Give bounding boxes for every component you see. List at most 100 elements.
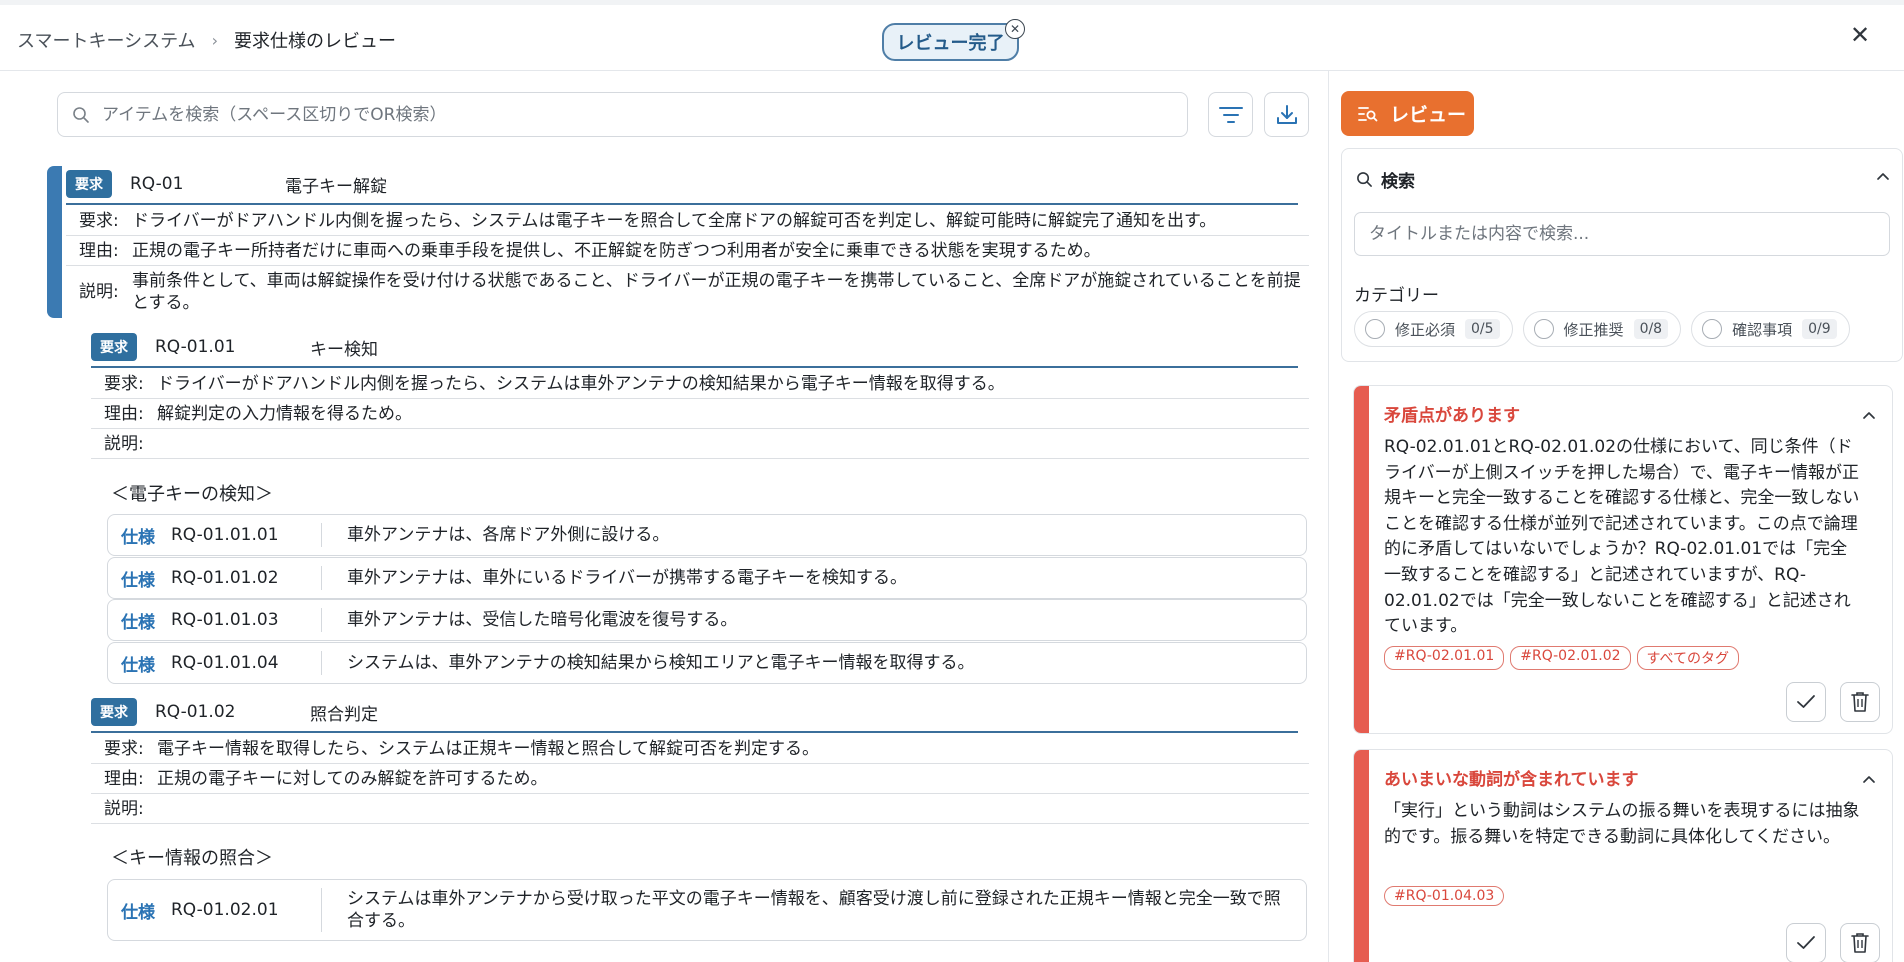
review-button-label: レビュー: [1390, 104, 1467, 126]
issue-accent: [1354, 386, 1369, 733]
requirement-tag: 要求: [66, 170, 112, 198]
spec-id: RQ-01.01.02: [171, 568, 279, 588]
search-panel-header[interactable]: 検索: [1356, 167, 1415, 192]
category-chip-confirm[interactable]: 確認事項 0/9: [1691, 311, 1850, 347]
spec-divider: [321, 523, 322, 547]
chip-label: 確認事項: [1732, 320, 1793, 339]
description-row: 説明: 事前条件として、車両は解錠操作を受け付ける状態であること、ドライバーが正…: [79, 270, 1309, 314]
issue-tag[interactable]: #RQ-02.01.02: [1510, 646, 1631, 670]
review-search-input[interactable]: [1354, 212, 1890, 256]
spec-id: RQ-01.01.04: [171, 653, 279, 673]
issue-tag[interactable]: すべてのタグ: [1636, 646, 1739, 670]
requirement-title: 電子キー解錠: [285, 176, 387, 197]
category-chip-recommended[interactable]: 修正推奨 0/8: [1522, 311, 1682, 347]
requirement-header-rq-01-02[interactable]: 要求 RQ-01.02 照合判定: [91, 697, 378, 727]
category-chip-must-fix[interactable]: 修正必須 0/5: [1354, 311, 1513, 347]
spec-id: RQ-01.01.01: [171, 525, 279, 545]
description-text: 事前条件として、車両は解錠操作を受け付ける状態であること、ドライバーが正規の電子…: [132, 271, 1301, 313]
row-divider: [91, 458, 1309, 459]
spec-id: RQ-01.02.01: [171, 900, 279, 920]
item-search-bar[interactable]: [57, 92, 1188, 137]
issue-tags: #RQ-02.01.01 #RQ-02.01.02 すべてのタグ: [1384, 646, 1745, 670]
review-button[interactable]: レビュー: [1341, 91, 1474, 136]
spec-row[interactable]: 仕様 RQ-01.01.04 システムは、車外アンテナの検知結果から検知エリアと…: [107, 642, 1307, 684]
row-divider: [66, 235, 1309, 236]
category-label: カテゴリー: [1354, 286, 1439, 306]
chevron-up-icon[interactable]: [1860, 406, 1878, 424]
filter-button[interactable]: [1208, 92, 1253, 137]
download-button[interactable]: [1264, 92, 1309, 137]
radio-icon: [1533, 319, 1554, 339]
requirements-pane: 要求 RQ-01 電子キー解錠 要求: ドライバーがドアハンドル内側を握ったら、…: [0, 71, 1328, 962]
requirement-statement-row: 要求: 電子キー情報を取得したら、システムは正規キー情報と照合して解錠可否を判定…: [104, 738, 1304, 760]
requirement-text: ドライバーがドアハンドル内側を握ったら、システムは車外アンテナの検知結果から電子…: [157, 374, 1005, 394]
check-icon: [1797, 695, 1815, 708]
filter-icon: [1218, 106, 1243, 123]
spec-text: 車外アンテナは、受信した暗号化電波を復号する。: [347, 610, 738, 630]
description-text: [157, 433, 1304, 455]
requirement-title: キー検知: [310, 339, 378, 360]
requirement-tag: 要求: [91, 333, 137, 361]
spec-tag: 仕様: [121, 612, 155, 633]
spec-text: システムは車外アンテナから受け取った平文の電子キー情報を、顧客受け渡し前に登録さ…: [347, 889, 1281, 931]
issue-tag[interactable]: #RQ-01.04.03: [1384, 886, 1505, 906]
resolve-button[interactable]: [1786, 682, 1826, 722]
breadcrumb: スマートキーシステム › 要求仕様のレビュー: [17, 27, 396, 53]
search-panel-title: 検索: [1381, 172, 1415, 192]
badge-close-icon[interactable]: ✕: [1005, 19, 1025, 39]
requirement-label: 要求:: [79, 211, 119, 231]
spec-row[interactable]: 仕様 RQ-01.01.02 車外アンテナは、車外にいるドライバーが携帯する電子…: [107, 557, 1307, 599]
requirement-underline: [91, 731, 1298, 733]
radio-icon: [1702, 319, 1723, 339]
spec-id: RQ-01.01.03: [171, 610, 279, 630]
chevron-up-icon[interactable]: [1860, 770, 1878, 788]
requirement-header-rq-01[interactable]: 要求 RQ-01 電子キー解錠: [66, 169, 387, 199]
row-divider: [66, 265, 1309, 266]
spec-text: システムは、車外アンテナの検知結果から検知エリアと電子キー情報を取得する。: [347, 653, 975, 673]
row-divider: [91, 763, 1309, 764]
close-icon[interactable]: ✕: [1848, 20, 1872, 50]
requirement-id: RQ-01.02: [155, 702, 236, 722]
spec-tag: 仕様: [121, 527, 155, 548]
spec-row[interactable]: 仕様 RQ-01.01.03 車外アンテナは、受信した暗号化電波を復号する。: [107, 599, 1307, 641]
spec-row[interactable]: 仕様 RQ-01.01.01 車外アンテナは、各席ドア外側に設ける。: [107, 514, 1307, 556]
delete-button[interactable]: [1840, 682, 1880, 722]
requirement-header-rq-01-01[interactable]: 要求 RQ-01.01 キー検知: [91, 332, 378, 362]
download-icon: [1276, 104, 1297, 124]
chip-count: 0/8: [1633, 319, 1669, 339]
selected-indicator: [47, 166, 62, 318]
requirement-statement-row: 要求: ドライバーがドアハンドル内側を握ったら、システムは車外アンテナの検知結果…: [104, 373, 1304, 395]
issue-tag[interactable]: #RQ-02.01.01: [1384, 646, 1505, 670]
trash-icon: [1851, 692, 1869, 712]
breadcrumb-root[interactable]: スマートキーシステム: [17, 27, 196, 53]
spec-row[interactable]: 仕様 RQ-01.02.01 システムは車外アンテナから受け取った平文の電子キー…: [107, 879, 1307, 941]
issue-text: RQ-02.01.01とRQ-02.01.02の仕様において、同じ条件（ドライバ…: [1384, 437, 1860, 637]
review-panel: レビュー 検索 カテゴリー 修正必須 0/5 修正推奨 0/8 確認事項 0/9: [1328, 71, 1904, 962]
issue-accent: [1354, 750, 1369, 962]
item-search-input[interactable]: [102, 104, 1152, 125]
description-label: 説明:: [104, 434, 144, 454]
description-label: 説明:: [104, 799, 144, 819]
delete-button[interactable]: [1840, 923, 1880, 962]
review-done-badge[interactable]: レビュー完了 ✕: [882, 19, 1025, 61]
requirement-text: ドライバーがドアハンドル内側を握ったら、システムは電子キーを照合して全席ドアの解…: [132, 211, 1217, 231]
spec-tag: 仕様: [121, 655, 155, 676]
chevron-up-icon[interactable]: [1874, 167, 1892, 185]
requirement-tag: 要求: [91, 698, 137, 726]
issue-actions: [1772, 923, 1880, 962]
chip-label: 修正推奨: [1563, 320, 1624, 339]
reason-label: 理由:: [104, 404, 144, 424]
resolve-button[interactable]: [1786, 923, 1826, 962]
row-divider: [91, 793, 1309, 794]
search-icon: [1357, 172, 1372, 187]
requirement-id: RQ-01.01: [155, 337, 236, 357]
reason-row: 理由: 正規の電子キーに対してのみ解錠を許可するため。: [104, 768, 1304, 790]
spec-text: 車外アンテナは、車外にいるドライバーが携帯する電子キーを検知する。: [347, 568, 907, 588]
issue-tags: #RQ-01.04.03: [1384, 886, 1510, 906]
spec-tag: 仕様: [121, 570, 155, 591]
requirement-label: 要求:: [104, 374, 144, 394]
spec-divider: [321, 888, 322, 932]
issue-card: あいまいな動詞が含まれています 「実行」という動詞はシステムの振る舞いを表現する…: [1353, 749, 1893, 962]
header-bar: スマートキーシステム › 要求仕様のレビュー レビュー完了 ✕ ✕: [0, 0, 1904, 71]
reason-row: 理由: 正規の電子キー所持者だけに車両への乗車手段を提供し、不正解錠を防ぎつつ利…: [79, 240, 1309, 262]
